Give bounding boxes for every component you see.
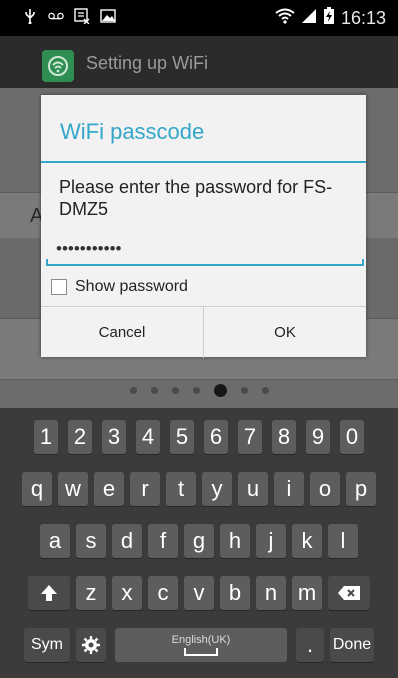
key-1[interactable]: 1 [34, 420, 58, 454]
key-9[interactable]: 9 [306, 420, 330, 454]
period-key[interactable]: . [296, 628, 324, 662]
key-w[interactable]: w [58, 472, 88, 506]
key-s[interactable]: s [76, 524, 106, 558]
key-t[interactable]: t [166, 472, 196, 506]
usb-icon [22, 9, 38, 24]
key-z[interactable]: z [76, 576, 106, 610]
key-x[interactable]: x [112, 576, 142, 610]
page-dot [192, 386, 200, 394]
wifi-setup-app-icon [42, 50, 74, 82]
soft-keyboard: 1 2 3 4 5 6 7 8 9 0 q w e r t y u i o p … [0, 408, 398, 678]
signal-icon [301, 8, 317, 29]
key-j[interactable]: j [256, 524, 286, 558]
key-0[interactable]: 0 [340, 420, 364, 454]
key-3[interactable]: 3 [102, 420, 126, 454]
done-key[interactable]: Done [330, 628, 374, 662]
key-4[interactable]: 4 [136, 420, 160, 454]
wifi-passcode-dialog: WiFi passcode Please enter the password … [41, 95, 366, 358]
dialog-title: WiFi passcode [60, 119, 205, 144]
key-8[interactable]: 8 [272, 420, 296, 454]
sym-key[interactable]: Sym [24, 628, 70, 662]
status-bar-notifications [22, 8, 116, 24]
show-password-row[interactable]: Show password [51, 278, 188, 296]
status-time: 16:13 [340, 8, 386, 28]
page-dot [129, 386, 137, 394]
key-a[interactable]: a [40, 524, 70, 558]
key-y[interactable]: y [202, 472, 232, 506]
key-e[interactable]: e [94, 472, 124, 506]
keyboard-settings-key[interactable] [76, 628, 106, 662]
page-dot [171, 386, 179, 394]
key-g[interactable]: g [184, 524, 214, 558]
gear-icon [82, 636, 100, 654]
key-v[interactable]: v [184, 576, 214, 610]
battery-charging-icon [323, 7, 335, 30]
image-icon [100, 9, 116, 23]
page-indicator [0, 380, 398, 400]
keyboard-bottom-row: Sym English(UK) . Done [0, 620, 398, 670]
key-r[interactable]: r [130, 472, 160, 506]
space-bar-icon [184, 648, 218, 656]
backspace-key[interactable] [328, 576, 370, 610]
page-dot [261, 386, 269, 394]
password-field-underline-cap [362, 259, 364, 265]
key-7[interactable]: 7 [238, 420, 262, 454]
key-k[interactable]: k [292, 524, 322, 558]
password-field[interactable]: ••••••••••• [46, 233, 364, 267]
wifi-icon [275, 8, 295, 29]
key-i[interactable]: i [274, 472, 304, 506]
key-f[interactable]: f [148, 524, 178, 558]
key-l[interactable]: l [328, 524, 358, 558]
key-d[interactable]: d [112, 524, 142, 558]
key-q[interactable]: q [22, 472, 52, 506]
status-bar: 16:13 [0, 0, 398, 36]
keyboard-row-zxcv: z x c v b n m [0, 568, 398, 618]
ok-button[interactable]: OK [204, 307, 366, 358]
page-dot [240, 386, 248, 394]
space-language-label: English(UK) [171, 634, 231, 646]
key-2[interactable]: 2 [68, 420, 92, 454]
keyboard-row-asdf: a s d f g h j k l [0, 516, 398, 566]
keyboard-row-qwerty: q w e r t y u i o p [0, 464, 398, 514]
key-5[interactable]: 5 [170, 420, 194, 454]
key-b[interactable]: b [220, 576, 250, 610]
keyboard-number-row: 1 2 3 4 5 6 7 8 9 0 [0, 412, 398, 462]
shift-icon [41, 585, 57, 601]
screen: 16:13 Setting up WiFi A WiFi passcode Pl… [0, 0, 398, 678]
voicemail-icon [48, 9, 64, 23]
page-dot-active [213, 383, 227, 397]
page-title: Setting up WiFi [86, 53, 209, 73]
dialog-button-bar: Cancel OK [41, 306, 366, 358]
dialog-message: Please enter the password for FS-DMZ5 [59, 177, 333, 219]
shift-key[interactable] [28, 576, 70, 610]
password-field-underline-cap [46, 259, 48, 265]
key-m[interactable]: m [292, 576, 322, 610]
dialog-title-divider [41, 161, 366, 163]
app-notification-icon [74, 8, 90, 24]
status-bar-system: 16:13 [275, 7, 386, 30]
password-field-underline [46, 264, 364, 266]
key-p[interactable]: p [346, 472, 376, 506]
key-c[interactable]: c [148, 576, 178, 610]
cancel-button[interactable]: Cancel [41, 307, 204, 358]
key-u[interactable]: u [238, 472, 268, 506]
password-field-value: ••••••••••• [56, 239, 122, 258]
space-key[interactable]: English(UK) [115, 628, 287, 662]
key-n[interactable]: n [256, 576, 286, 610]
page-dot [150, 386, 158, 394]
key-o[interactable]: o [310, 472, 340, 506]
key-6[interactable]: 6 [204, 420, 228, 454]
backspace-icon [338, 586, 360, 600]
show-password-label[interactable]: Show password [75, 278, 188, 296]
key-h[interactable]: h [220, 524, 250, 558]
show-password-checkbox[interactable] [51, 279, 67, 295]
